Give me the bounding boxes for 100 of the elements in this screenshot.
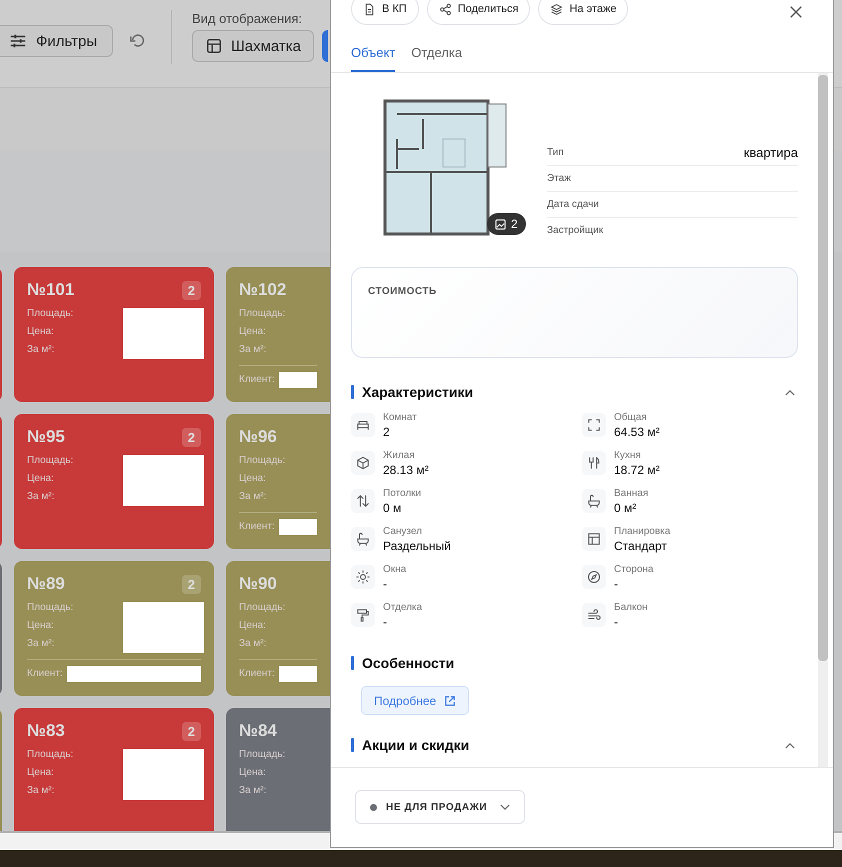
field-label: За м²:: [27, 784, 54, 798]
wind-icon: [587, 608, 601, 622]
layers-icon: [550, 2, 564, 16]
apartment-number: №96: [239, 427, 277, 447]
spec-label: Отделка: [383, 602, 422, 614]
field-label: Цена:: [239, 766, 266, 780]
apartment-card[interactable]: №83 2 Площадь: Цена: За м²:: [14, 708, 214, 831]
spec-value: 18.72 м²: [614, 464, 660, 476]
field-label: За м²:: [27, 343, 54, 357]
apartment-card[interactable]: №95 2 Площадь: Цена: За м²:: [14, 414, 214, 549]
view-mode-button[interactable]: [322, 30, 328, 62]
spec-label: Сторона: [614, 564, 654, 576]
bed-icon: [356, 418, 370, 432]
tab[interactable]: Объект: [351, 45, 396, 72]
table-icon: [205, 37, 223, 55]
redacted-block: [278, 519, 317, 535]
chevron-up-icon[interactable]: [785, 388, 795, 396]
info-label: Этаж: [547, 173, 571, 184]
redacted-block: [278, 372, 317, 388]
spec-value: Раздельный: [383, 540, 451, 552]
spec-label: Жилая: [383, 450, 416, 462]
field-label: Цена:: [239, 325, 266, 339]
chevron-down-icon: [500, 804, 510, 810]
frame-icon: [587, 418, 601, 432]
filters-button[interactable]: Фильтры: [0, 25, 113, 57]
tab[interactable]: Отделка: [411, 45, 462, 72]
cube-icon: [356, 456, 370, 470]
client-label: Клиент:: [239, 667, 275, 681]
field-label: Цена:: [27, 766, 54, 780]
external-link-icon: [444, 694, 456, 706]
status-dropdown[interactable]: НЕ ДЛЯ ПРОДАЖИ: [355, 790, 526, 824]
redacted-block: [278, 666, 317, 682]
spec-value: 64.53 м²: [614, 426, 660, 438]
apartment-card[interactable]: №101 2 Площадь: Цена: За м²:: [14, 267, 214, 402]
details-button[interactable]: Подробнее: [361, 686, 470, 715]
field-label: Цена:: [239, 472, 266, 486]
compass-icon: [587, 570, 601, 584]
arrows-icon: [356, 494, 370, 508]
apartment-number: №102: [239, 280, 286, 300]
spec-value: Стандарт: [614, 540, 668, 552]
field-label: Цена:: [239, 619, 266, 633]
rooms-badge: 2: [182, 574, 201, 594]
spec-value: 0 м²: [614, 502, 638, 514]
section-title: Акции и скидки: [362, 737, 470, 753]
spec-value: 0 м: [383, 502, 402, 514]
action-button[interactable]: Поделиться: [426, 0, 530, 25]
chevron-up-icon[interactable]: [785, 742, 795, 748]
document-icon: [363, 2, 376, 16]
rooms-badge: 2: [182, 722, 201, 740]
close-icon[interactable]: [789, 5, 803, 19]
field-label: Площадь:: [239, 601, 286, 615]
spec-label: Общая: [614, 412, 648, 424]
field-label: Площадь:: [239, 307, 286, 321]
spec-value: 28.13 м²: [383, 464, 429, 476]
spec-value: -: [614, 578, 619, 590]
section-title: Характеристики: [362, 384, 474, 400]
section-marker: [351, 738, 354, 752]
field-label: Площадь:: [27, 748, 74, 762]
spec-value: 2: [383, 426, 391, 438]
action-button[interactable]: На этаже: [538, 0, 628, 25]
scrollbar[interactable]: [818, 73, 828, 767]
spec-label: Комнат: [383, 412, 417, 424]
apartment-number: №89: [27, 574, 65, 594]
field-label: Площадь:: [27, 601, 74, 615]
field-label: Площадь:: [239, 454, 286, 468]
spec-label: Ванная: [614, 488, 648, 500]
sliders-icon: [9, 32, 27, 50]
info-label: Застройщик: [547, 225, 604, 236]
image-icon: [495, 218, 506, 230]
action-button[interactable]: В КП: [351, 0, 419, 25]
photo-count-badge[interactable]: 2: [487, 213, 526, 235]
bath-icon: [356, 532, 370, 546]
info-label: Тип: [547, 147, 564, 158]
view-mode-button[interactable]: Шахматка: [192, 30, 314, 62]
field-label: За м²:: [239, 784, 266, 798]
field-label: За м²:: [239, 490, 266, 504]
sun-icon: [356, 570, 370, 584]
field-label: Площадь:: [27, 454, 74, 468]
bath-icon: [587, 494, 601, 508]
spec-label: Планировка: [614, 526, 670, 538]
fork-icon: [587, 456, 601, 470]
field-label: Площадь:: [27, 307, 74, 321]
spec-label: Балкон: [614, 602, 648, 614]
field-label: Цена:: [27, 325, 54, 339]
section-title: Особенности: [362, 655, 454, 671]
section-marker: [351, 656, 354, 670]
field-label: Площадь:: [239, 748, 286, 762]
client-label: Клиент:: [239, 520, 275, 534]
rooms-badge: 2: [182, 428, 201, 446]
apartment-card[interactable]: №84 Площадь: Цена: За м²:: [226, 708, 330, 831]
roller-icon: [356, 608, 370, 622]
spec-label: Санузел: [383, 526, 423, 538]
spec-value: -: [383, 616, 388, 628]
info-value: квартира: [744, 145, 798, 160]
field-label: Цена:: [27, 472, 54, 486]
apartment-number: №90: [239, 574, 277, 594]
spec-label: Кухня: [614, 450, 642, 462]
price-label: СТОИМОСТЬ: [368, 286, 438, 297]
field-label: За м²:: [239, 343, 266, 357]
rooms-badge: 2: [182, 280, 201, 300]
